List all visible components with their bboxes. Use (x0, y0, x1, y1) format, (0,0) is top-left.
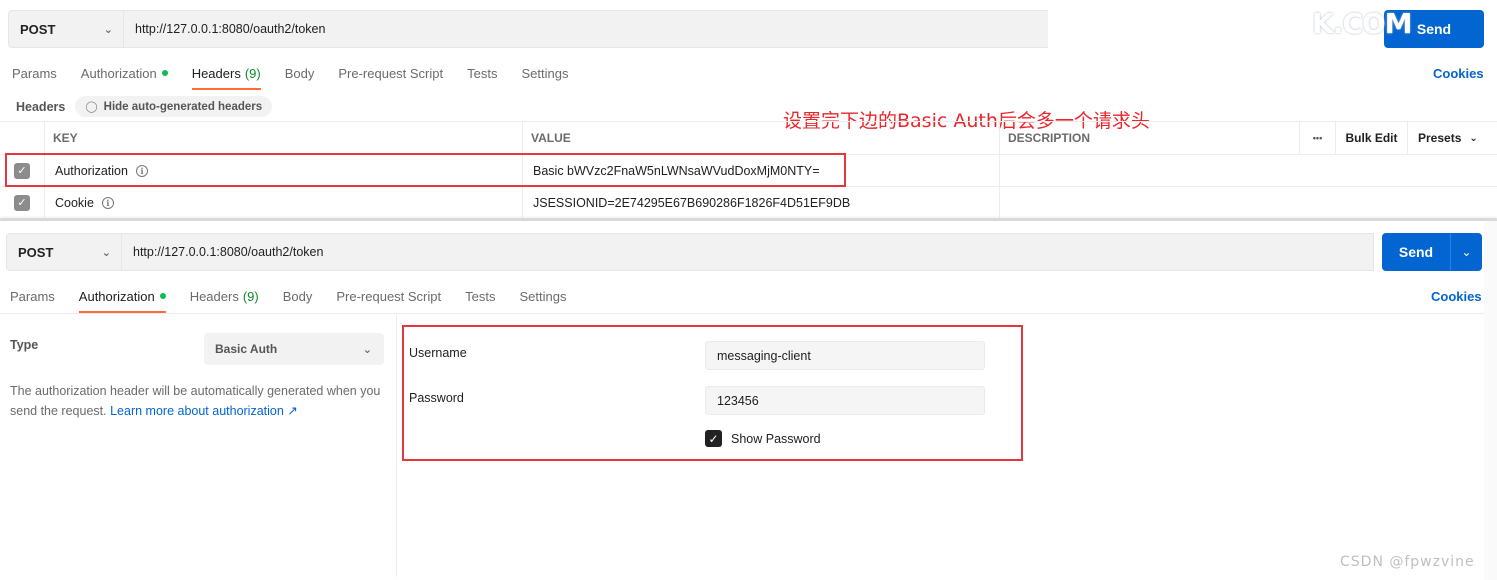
learn-more-link[interactable]: Learn more about authorization ↗ (110, 404, 298, 418)
bottom-url-text: http://127.0.0.1:8080/oauth2/token (133, 245, 324, 259)
row-description-cell[interactable] (999, 155, 1497, 186)
presets-dropdown[interactable]: Presets ⌄ (1407, 122, 1497, 154)
bottom-method-select[interactable]: POST ⌄ (6, 233, 122, 271)
tab-label: Body (284, 65, 315, 81)
tab-label: Authorization (78, 288, 155, 304)
top-cookies-link[interactable]: Cookies (1433, 66, 1484, 81)
hide-auto-label: Hide auto-generated headers (103, 100, 263, 113)
bottom-tab-params[interactable]: Params (10, 281, 55, 311)
top-url-text: http://127.0.0.1:8080/oauth2/token (135, 22, 326, 36)
bottom-tab-tests[interactable]: Tests (465, 281, 495, 311)
send-options-dropdown[interactable]: ⌄ (1450, 233, 1482, 271)
highlight-box-authorization-header (5, 153, 846, 187)
bottom-tab-pre-request-script[interactable]: Pre-request Script (336, 281, 441, 311)
bottom-tab-settings[interactable]: Settings (519, 281, 566, 311)
top-tab-authorization[interactable]: Authorization (81, 58, 168, 88)
presets-label: Presets (1418, 131, 1462, 145)
auth-type-value: Basic Auth (215, 342, 278, 356)
top-tab-params[interactable]: Params (12, 58, 57, 88)
bulk-edit-button[interactable]: Bulk Edit (1335, 122, 1407, 154)
top-request-panel: POST ⌄ http://127.0.0.1:8080/oauth2/toke… (0, 0, 1497, 220)
auth-type-select[interactable]: Basic Auth ⌄ (204, 333, 384, 365)
panel-divider (396, 315, 397, 577)
headers-subheader: Headers ◯ Hide auto-generated headers (16, 96, 273, 117)
chevron-down-icon: ⌄ (101, 246, 111, 259)
top-send-label: Send (1416, 21, 1452, 37)
bottom-cookies-link[interactable]: Cookies (1431, 289, 1482, 304)
table-header-row: KEY VALUE DESCRIPTION ••• Bulk Edit Pres… (0, 121, 1497, 155)
col-key-header: KEY (44, 122, 522, 154)
chevron-down-icon: ⌄ (1461, 245, 1472, 259)
bottom-url-input[interactable]: http://127.0.0.1:8080/oauth2/token (122, 233, 1374, 271)
tab-label: Tests (467, 65, 498, 81)
highlight-box-credentials (402, 325, 1023, 461)
bottom-send-button[interactable]: Send (1382, 233, 1450, 271)
col-key-label: KEY (53, 131, 78, 145)
row-key-cell[interactable]: Cookie i (44, 187, 522, 218)
bottom-tab-authorization[interactable]: Authorization (78, 281, 166, 313)
auth-type-label: Type (10, 338, 39, 352)
tab-label: Body (282, 288, 313, 304)
chevron-down-icon: ⌄ (362, 343, 372, 356)
info-icon: i (101, 196, 114, 209)
row-value-cell[interactable]: JSESSIONID=2E74295E67B690286F1826F4D51EF… (522, 187, 999, 218)
tabs-divider (0, 313, 1484, 314)
bulk-edit-label: Bulk Edit (1345, 131, 1398, 145)
top-method-select[interactable]: POST ⌄ (8, 10, 124, 48)
watermark-logo: K.COM (1312, 7, 1413, 40)
col-description-header: DESCRIPTION (999, 122, 1299, 154)
row-value: JSESSIONID=2E74295E67B690286F1826F4D51EF… (533, 195, 851, 210)
bottom-method-label: POST (18, 244, 54, 260)
top-request-tabs: Params Authorization Headers (9) Body Pre… (12, 58, 592, 90)
tab-label: Pre-request Script (338, 65, 444, 81)
top-url-input[interactable]: http://127.0.0.1:8080/oauth2/token (124, 10, 1164, 48)
row-checkbox[interactable]: ✓ (0, 187, 44, 218)
bottom-url-bar: POST ⌄ http://127.0.0.1:8080/oauth2/toke… (6, 233, 1374, 271)
table-row: ✓ Cookie i JSESSIONID=2E74295E67B690286F1… (0, 187, 1497, 219)
top-url-bar: POST ⌄ http://127.0.0.1:8080/oauth2/toke… (8, 10, 1164, 48)
row-key: Cookie (55, 195, 94, 210)
tab-label: Headers (191, 65, 241, 81)
tab-label: Headers (189, 288, 239, 304)
tab-label: Pre-request Script (336, 288, 442, 304)
bottom-tab-headers[interactable]: Headers (9) (190, 281, 259, 311)
col-value-label: VALUE (531, 131, 571, 145)
chevron-down-icon: ⌄ (1469, 132, 1478, 144)
col-description-label: DESCRIPTION (1008, 131, 1091, 145)
row-description-cell[interactable] (999, 187, 1497, 218)
bottom-tab-body[interactable]: Body (283, 281, 313, 311)
tab-label: Params (12, 65, 57, 81)
chevron-down-icon: ⌄ (103, 23, 113, 36)
tab-label: Params (10, 288, 55, 304)
scrollbar-track[interactable] (1484, 221, 1497, 580)
col-value-header: VALUE (522, 122, 999, 154)
bottom-request-tabs: Params Authorization Headers (9) Body Pre… (10, 281, 590, 313)
top-tab-headers[interactable]: Headers (9) (191, 58, 261, 90)
tab-count: (9) (244, 65, 261, 81)
eye-off-icon: ◯ (85, 101, 98, 113)
tab-label: Settings (519, 288, 567, 304)
tab-count: (9) (242, 288, 259, 304)
tab-label: Authorization (80, 65, 157, 81)
bottom-request-panel: POST ⌄ http://127.0.0.1:8080/oauth2/toke… (0, 219, 1497, 580)
checkmark-icon: ✓ (14, 194, 30, 211)
hide-auto-generated-button[interactable]: ◯ Hide auto-generated headers (75, 96, 273, 117)
bottom-send-label: Send (1398, 244, 1434, 260)
tab-label: Tests (465, 288, 496, 304)
csdn-watermark: CSDN @fpwzvine (1340, 554, 1475, 570)
headers-section-label: Headers (16, 99, 66, 114)
top-tab-pre-request-script[interactable]: Pre-request Script (338, 58, 443, 88)
status-dot-icon (159, 293, 166, 299)
more-options-icon[interactable]: ••• (1299, 122, 1335, 154)
auth-type-description: The authorization header will be automat… (10, 381, 382, 421)
top-tab-body[interactable]: Body (285, 58, 315, 88)
top-tab-tests[interactable]: Tests (467, 58, 497, 88)
status-dot-icon (161, 70, 168, 76)
more-label: ••• (1312, 133, 1323, 143)
tab-label: Settings (521, 65, 569, 81)
top-tab-settings[interactable]: Settings (521, 58, 568, 88)
top-method-label: POST (20, 21, 56, 37)
